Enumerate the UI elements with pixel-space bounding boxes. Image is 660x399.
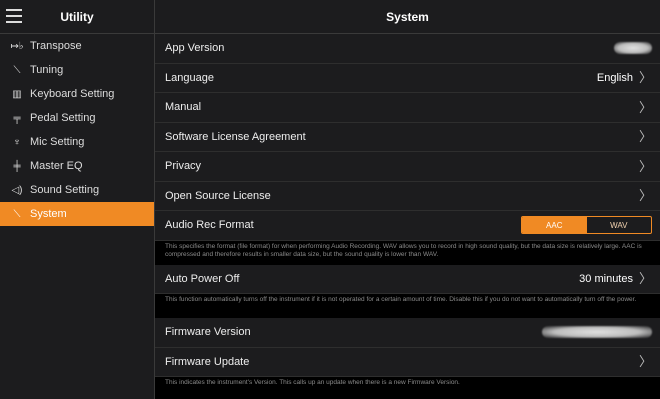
firmware-update-label: Firmware Update [165,355,250,368]
sidebar-item-label: Tuning [30,64,64,76]
page-title: System [155,0,660,34]
sidebar-item-label: Master EQ [30,160,83,172]
language-row[interactable]: Language English 〉 [155,63,660,93]
license-label: Software License Agreement [165,130,306,143]
open-source-label: Open Source License [165,189,271,202]
wav-option[interactable]: WAV [587,217,652,233]
sidebar-item-label: Sound Setting [30,184,100,196]
audio-rec-row: Audio Rec Format AAC WAV [155,211,660,241]
firmware-version-row: Firmware Version [155,318,660,348]
chevron-right-icon: 〉 [638,188,652,204]
language-label: Language [165,71,214,84]
auto-power-row[interactable]: Auto Power Off 30 minutes 〉 [155,264,660,294]
language-value: English [596,71,633,84]
sidebar-list: ↦♭ Transpose ⟍ Tuning ▥ Keyboard Setting… [0,34,154,399]
mic-icon: ♆ [13,136,21,148]
keyboard-icon: ▥ [12,88,22,100]
chevron-right-icon: 〉 [638,99,652,115]
auto-power-note: This function automatically turns off th… [155,294,660,318]
privacy-row[interactable]: Privacy 〉 [155,152,660,182]
firmware-version-label: Firmware Version [165,326,251,339]
sidebar: Utility ↦♭ Transpose ⟍ Tuning ▥ Keyboard… [0,0,155,399]
sidebar-item-system[interactable]: ⟍ System [0,202,154,226]
sidebar-item-sound-setting[interactable]: ◁) Sound Setting [0,178,154,202]
app-version-label: App Version [165,42,225,55]
manual-label: Manual [165,101,202,114]
sidebar-item-label: Pedal Setting [30,112,96,124]
auto-power-value: 30 minutes [579,272,633,285]
sidebar-item-pedal-setting[interactable]: ╤ Pedal Setting [0,106,154,130]
chevron-right-icon: 〉 [638,129,652,145]
sidebar-item-keyboard-setting[interactable]: ▥ Keyboard Setting [0,82,154,106]
license-row[interactable]: Software License Agreement 〉 [155,122,660,152]
chevron-right-icon: 〉 [638,354,652,370]
chevron-right-icon: 〉 [638,271,652,287]
app-version-row: App Version [155,34,660,64]
manual-row[interactable]: Manual 〉 [155,93,660,123]
pedal-icon: ╤ [13,112,21,124]
sidebar-item-master-eq[interactable]: ╪ Master EQ [0,154,154,178]
app-window: Utility ↦♭ Transpose ⟍ Tuning ▥ Keyboard… [0,0,660,399]
chevron-right-icon: 〉 [638,158,652,174]
sidebar-item-mic-setting[interactable]: ♆ Mic Setting [0,130,154,154]
firmware-update-row[interactable]: Firmware Update 〉 [155,347,660,377]
sidebar-item-label: Keyboard Setting [30,88,115,100]
firmware-version-value-redacted [542,326,652,339]
transpose-icon: ↦♭ [10,40,24,52]
open-source-row[interactable]: Open Source License 〉 [155,181,660,211]
firmware-note: This indicates the instrument's Version.… [155,377,660,390]
sidebar-title: Utility [60,9,94,24]
system-icon: ⟍ [13,208,21,220]
aac-option[interactable]: AAC [522,217,587,234]
menu-icon[interactable] [6,9,22,23]
main-panel: System App Version Language English 〉 Ma… [155,0,660,399]
audio-rec-label: Audio Rec Format [165,219,254,232]
audio-rec-note: This specifies the format (file format) … [155,240,660,265]
sidebar-item-label: System [30,208,67,220]
sidebar-header: Utility [0,0,154,34]
privacy-label: Privacy [165,160,202,173]
tuning-icon: ⟍ [13,64,21,76]
audio-rec-format-toggle: AAC WAV [521,216,652,235]
app-version-value-redacted [614,42,652,55]
chevron-right-icon: 〉 [638,70,652,86]
auto-power-label: Auto Power Off [165,272,240,285]
sidebar-item-label: Transpose [30,40,82,52]
sidebar-item-transpose[interactable]: ↦♭ Transpose [0,34,154,58]
eq-icon: ╪ [13,160,21,172]
sound-icon: ◁) [11,184,23,196]
sidebar-item-label: Mic Setting [30,136,85,148]
sidebar-item-tuning[interactable]: ⟍ Tuning [0,58,154,82]
